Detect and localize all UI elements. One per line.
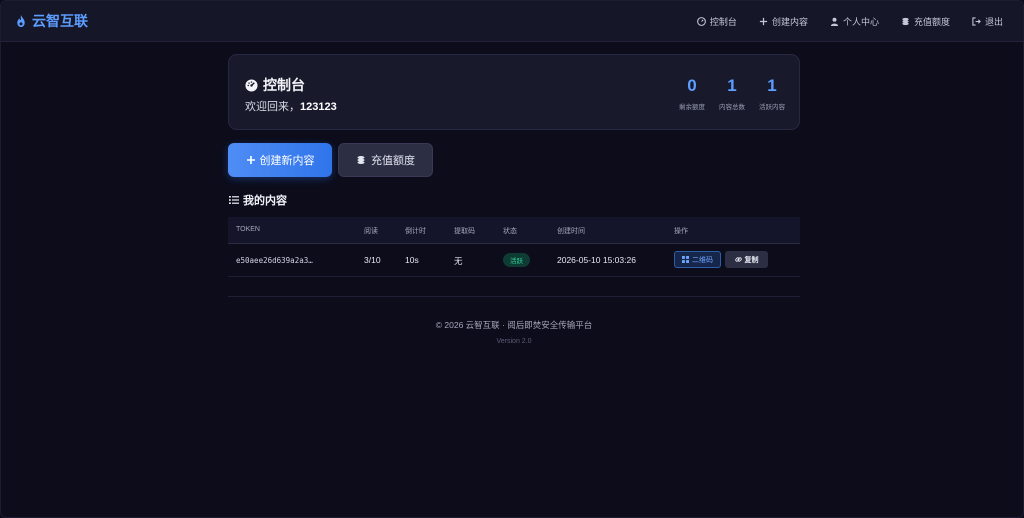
dashboard-title: 控制台	[245, 75, 305, 95]
column-header-countdown: 倒计时	[405, 228, 426, 235]
nav-recharge[interactable]: 充值额度	[901, 15, 950, 28]
table-row: e50aee26d639a2a3… 3/10 10s 无 活跃 2026-05-…	[228, 244, 800, 277]
link-icon	[734, 257, 742, 262]
nav-recharge-label: 充值额度	[913, 16, 950, 27]
coins-icon	[357, 156, 365, 164]
nav-dashboard[interactable]: 控制台	[697, 15, 737, 28]
nav-logout[interactable]: 退出	[972, 15, 1003, 28]
stat-label: 剩余额度	[679, 104, 705, 111]
welcome-message: 欢迎回来，123123	[245, 98, 337, 114]
cell-token: e50aee26d639a2a3…	[236, 256, 313, 265]
recharge-button[interactable]: 充值额度	[338, 143, 433, 177]
column-header-code: 提取码	[454, 228, 475, 235]
footer-version: Version 2.0	[496, 338, 532, 345]
nav-logout-label: 退出	[984, 16, 1003, 27]
cell-created: 2026-05-10 15:03:26	[557, 255, 636, 265]
stat-value: 1	[767, 76, 777, 95]
column-header-created: 创建时间	[557, 228, 585, 235]
plus-icon	[246, 156, 255, 164]
user-icon	[830, 17, 839, 26]
footer-divider	[228, 296, 800, 297]
stat-remaining-quota: 0 剩余额度	[679, 76, 705, 112]
welcome-prefix: 欢迎回来，	[245, 101, 300, 113]
column-header-actions: 操作	[674, 228, 688, 235]
footer-copyright: © 2026 云智互联 · 阅后即焚安全传输平台	[435, 320, 593, 330]
cell-code: 无	[454, 256, 463, 266]
nav-links: 控制台 创建内容 个人中心 充值额度 退出	[697, 1, 1003, 41]
create-content-label: 创建新内容	[259, 155, 315, 167]
stat-label: 内容总数	[719, 104, 745, 111]
gauge-icon	[245, 78, 258, 92]
top-navbar: 云智互联 控制台 创建内容 个人中心 充值额度 退出	[1, 1, 1023, 42]
nav-profile-label: 个人中心	[842, 16, 879, 27]
content-table: TOKEN 阅读 倒计时 提取码 状态 创建时间 操作 e50aee26d639…	[228, 217, 800, 277]
dashboard-title-text: 控制台	[263, 77, 305, 93]
flame-icon	[17, 14, 25, 27]
status-badge: 活跃	[503, 253, 530, 267]
nav-create-label: 创建内容	[771, 16, 808, 27]
coins-icon	[902, 17, 909, 25]
cell-reads: 3/10	[364, 255, 381, 265]
stat-total-content: 1 内容总数	[719, 76, 745, 112]
stat-active-content: 1 活跃内容	[759, 76, 785, 112]
brand-logo[interactable]: 云智互联	[15, 11, 88, 31]
column-header-token: TOKEN	[236, 226, 260, 233]
username: 123123	[300, 101, 337, 113]
my-content-heading: 我的内容	[229, 192, 287, 208]
nav-dashboard-label: 控制台	[709, 16, 737, 27]
app-window: 云智互联 控制台 创建内容 个人中心 充值额度 退出 控制台 欢迎回来，1231…	[0, 0, 1024, 518]
copy-label: 复制	[744, 256, 759, 264]
qrcode-label: 二维码	[692, 256, 713, 264]
qrcode-icon	[682, 256, 689, 263]
my-content-title: 我的内容	[243, 195, 287, 207]
nav-profile[interactable]: 个人中心	[830, 15, 879, 28]
stat-value: 0	[687, 76, 697, 95]
column-header-reads: 阅读	[364, 228, 378, 235]
dashboard-card: 控制台 欢迎回来，123123 0 剩余额度 1 内容总数 1 活跃内容	[228, 54, 800, 130]
logout-icon	[972, 16, 981, 26]
cell-countdown: 10s	[405, 255, 419, 265]
brand-name: 云智互联	[32, 13, 88, 29]
copy-button[interactable]: 复制	[725, 251, 768, 268]
create-content-button[interactable]: 创建新内容	[228, 143, 332, 177]
stats-group: 0 剩余额度 1 内容总数 1 活跃内容	[665, 76, 785, 112]
stat-label: 活跃内容	[759, 104, 785, 111]
qrcode-button[interactable]: 二维码	[674, 251, 721, 268]
plus-icon	[759, 17, 768, 25]
stat-value: 1	[727, 76, 737, 95]
recharge-label: 充值额度	[371, 155, 415, 167]
dashboard-icon	[697, 16, 706, 26]
nav-create[interactable]: 创建内容	[759, 15, 808, 28]
table-header: TOKEN 阅读 倒计时 提取码 状态 创建时间 操作	[228, 217, 800, 244]
column-header-status: 状态	[503, 228, 517, 235]
list-icon	[229, 196, 239, 204]
